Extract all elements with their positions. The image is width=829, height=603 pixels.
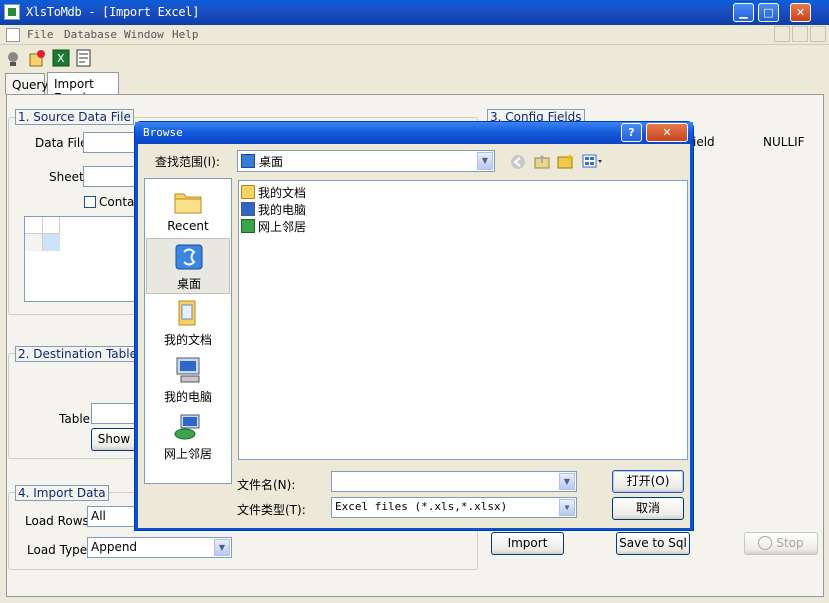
chevron-down-icon[interactable]: ▼ <box>559 499 575 516</box>
filename-label: 文件名(N): <box>237 478 296 492</box>
my-computer-icon <box>176 357 200 383</box>
load-rows-input[interactable]: All <box>87 506 137 527</box>
file-name: 网上邻居 <box>258 220 307 234</box>
folder-star-icon <box>174 193 202 214</box>
desktop-small-icon <box>241 154 255 168</box>
load-rows-label: Load Rows <box>25 514 89 528</box>
menu-help[interactable]: Help <box>172 28 199 41</box>
file-list[interactable]: 我的文档 我的电脑 网上邻居 <box>238 180 688 460</box>
load-type-select[interactable]: Append ▼ <box>87 537 232 558</box>
excel-icon[interactable]: X <box>52 49 70 67</box>
menu-bar: File Database Window Help <box>0 25 829 45</box>
network-places-icon <box>241 219 255 233</box>
save-to-sql-button[interactable]: Save to Sql <box>616 532 690 555</box>
place-label: 网上邻居 <box>163 447 212 461</box>
toolbar: X <box>0 45 829 71</box>
import-button[interactable]: Import <box>491 532 564 555</box>
open-button[interactable]: 打开(O) <box>612 470 684 493</box>
list-item[interactable]: 网上邻居 <box>241 218 306 234</box>
place-label: 我的电脑 <box>163 390 212 404</box>
svg-text:X: X <box>57 52 65 65</box>
file-name: 我的电脑 <box>258 203 307 217</box>
filename-input[interactable]: ▼ <box>331 471 577 492</box>
source-data-label: 1. Source Data File <box>15 109 134 125</box>
place-label: 桌面 <box>176 277 201 291</box>
filetype-label: 文件类型(T): <box>237 503 306 517</box>
browse-dialog: Browse ? ✕ 查找范围(I): 桌面 ▼ Recent 桌面 我的文档 <box>134 121 694 531</box>
tab-query[interactable]: Query <box>5 73 48 94</box>
list-item[interactable]: 我的电脑 <box>241 201 306 217</box>
new-folder-icon[interactable] <box>557 153 575 169</box>
dialog-help-button[interactable]: ? <box>621 123 642 142</box>
app-icon <box>4 4 20 20</box>
stop-label: Stop <box>776 536 804 550</box>
network-places-icon <box>174 414 200 440</box>
my-documents-icon <box>178 300 196 326</box>
child-restore-button[interactable] <box>792 26 808 42</box>
table-input[interactable] <box>91 403 137 424</box>
my-computer-icon <box>241 202 255 216</box>
doc-icon <box>6 28 20 42</box>
dialog-close-button[interactable]: ✕ <box>646 123 688 142</box>
config-col-nullif: NULLIF <box>763 135 805 149</box>
config-col-field: ield <box>693 135 715 149</box>
menu-window[interactable]: Window <box>124 28 164 41</box>
contains-checkbox[interactable] <box>84 196 96 208</box>
show-button[interactable]: Show <box>91 428 137 451</box>
sheet-preview-grid[interactable] <box>24 216 144 302</box>
place-network[interactable]: 网上邻居 <box>146 409 230 465</box>
import-data-label: 4. Import Data <box>15 485 109 501</box>
place-recent[interactable]: Recent <box>146 183 230 239</box>
chevron-down-icon[interactable]: ▼ <box>214 539 230 556</box>
sheet-label: Sheet <box>49 170 84 184</box>
dialog-title-bar: Browse ? ✕ <box>135 122 693 144</box>
title-bar: XlsToMdb - [Import Excel] ▁ □ ✕ <box>0 0 829 25</box>
lookin-label: 查找范围(I): <box>155 155 220 169</box>
up-folder-icon[interactable] <box>534 153 550 169</box>
table-label: Table <box>59 412 91 426</box>
filetype-value: Excel files (*.xls,*.xlsx) <box>335 500 508 513</box>
load-type-label: Load Type <box>27 543 88 557</box>
database-key-icon[interactable] <box>29 49 47 67</box>
file-name: 我的文档 <box>258 186 307 200</box>
filetype-select[interactable]: Excel files (*.xls,*.xlsx) ▼ <box>331 497 577 518</box>
tab-import-excel[interactable]: Import Excel <box>47 72 119 105</box>
menu-file[interactable]: File <box>27 28 54 41</box>
cancel-button[interactable]: 取消 <box>612 497 684 520</box>
view-menu-icon[interactable] <box>582 154 604 168</box>
close-button[interactable]: ✕ <box>790 3 811 22</box>
destination-table-label: 2. Destination Table <box>15 346 140 362</box>
chevron-down-icon[interactable]: ▼ <box>559 473 575 490</box>
place-desktop[interactable]: 桌面 <box>146 238 230 294</box>
chevron-down-icon[interactable]: ▼ <box>477 152 493 170</box>
window-title: XlsToMdb - [Import Excel] <box>26 5 200 19</box>
child-close-button[interactable] <box>810 26 826 42</box>
stop-button: Stop <box>744 532 818 555</box>
lightbulb-icon[interactable] <box>6 51 20 67</box>
list-item[interactable]: 我的文档 <box>241 184 306 200</box>
my-documents-icon <box>241 185 255 199</box>
export-sql-icon[interactable] <box>75 49 93 67</box>
places-bar: Recent 桌面 我的文档 我的电脑 网上邻居 <box>144 178 232 484</box>
dialog-body: 查找范围(I): 桌面 ▼ Recent 桌面 我的文档 我的电脑 网上邻居 我… <box>138 144 690 528</box>
dialog-title: Browse <box>143 126 183 139</box>
place-label: 我的文档 <box>163 333 212 347</box>
place-my-computer[interactable]: 我的电脑 <box>146 352 230 408</box>
place-my-documents[interactable]: 我的文档 <box>146 295 230 351</box>
load-type-value: Append <box>91 540 138 554</box>
maximize-button[interactable]: □ <box>758 3 779 22</box>
data-file-label: Data File <box>35 136 88 150</box>
stop-icon <box>758 536 773 550</box>
back-icon[interactable] <box>510 154 526 170</box>
desktop-icon <box>175 244 203 270</box>
minimize-button[interactable]: ▁ <box>733 3 754 22</box>
child-minimize-button[interactable] <box>774 26 790 42</box>
menu-database[interactable]: Database <box>64 28 117 41</box>
lookin-value: 桌面 <box>259 155 284 169</box>
place-label: Recent <box>167 219 209 233</box>
lookin-select[interactable]: 桌面 ▼ <box>237 150 495 172</box>
